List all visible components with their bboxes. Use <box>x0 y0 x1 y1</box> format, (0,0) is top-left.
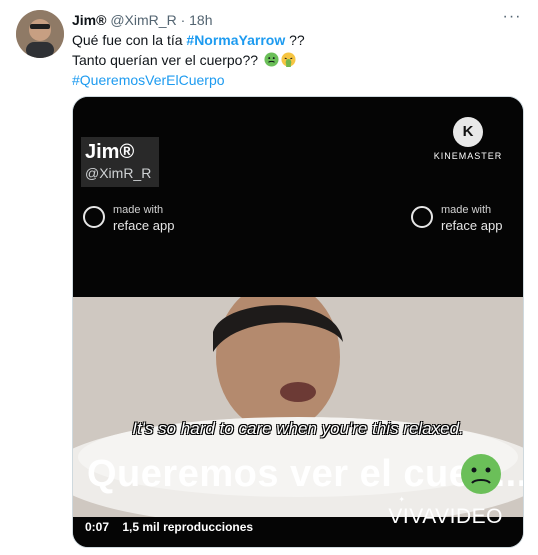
video-overlay-handle: @XimR_R <box>85 165 152 181</box>
tweet-text-suffix: ?? <box>285 32 305 48</box>
kinemaster-logo-icon: K <box>453 117 483 147</box>
avatar[interactable] <box>16 10 64 58</box>
nauseated-face-icon <box>461 454 501 494</box>
hashtag-queremos-ver-el-cuerpo[interactable]: #QueremosVerElCuerpo <box>72 72 225 88</box>
tweet-line-2: Tanto querían ver el cuerpo?? <box>72 50 512 70</box>
reface-logo-icon <box>411 206 433 228</box>
more-icon[interactable]: ··· <box>500 9 524 30</box>
reface-app-right: reface app <box>441 218 503 233</box>
reface-watermark-right: made with reface app <box>411 203 502 233</box>
video-views: 1,5 mil reproducciones <box>122 520 254 534</box>
tweet-header: Jim® @XimR_R · 18h <box>72 10 522 30</box>
author-name[interactable]: Jim® <box>72 12 106 28</box>
video-overlay-name: Jim® <box>85 141 135 163</box>
author-handle[interactable]: @XimR_R <box>110 12 176 28</box>
tweet-text-prefix: Qué fue con la tía <box>72 32 187 48</box>
hashtag-norma-yarrow[interactable]: #NormaYarrow <box>186 32 285 48</box>
vomiting-face-icon <box>281 52 296 67</box>
kinemaster-label: KINEMASTER <box>433 151 503 161</box>
separator-dot: · <box>180 12 186 28</box>
vivavideo-star-icon: ✦ <box>398 495 406 504</box>
vivavideo-watermark: ✦ VIVAVIDEO <box>388 495 503 529</box>
video-frame[interactable]: Jim® @XimR_R K KINEMASTER made with refa… <box>73 97 523 547</box>
tweet-line-1: Qué fue con la tía #NormaYarrow ?? <box>72 30 512 50</box>
video-elapsed: 0:07 <box>85 520 110 534</box>
avatar-image <box>16 10 64 58</box>
vivavideo-label: VIVAVIDEO <box>388 505 503 528</box>
reface-logo-icon <box>83 206 105 228</box>
reface-watermark-left: made with reface app <box>83 203 174 233</box>
video-subtitle: It's so hard to care when you're this re… <box>132 419 464 438</box>
video-meta: 0:07 1,5 mil reproducciones <box>85 519 253 535</box>
tweet-text: Qué fue con la tía #NormaYarrow ?? Tanto… <box>72 30 512 90</box>
kinemaster-watermark: K KINEMASTER <box>433 117 503 169</box>
video-player[interactable]: Jim® @XimR_R K KINEMASTER made with refa… <box>72 96 524 548</box>
video-overlay-user: Jim® @XimR_R <box>81 137 159 187</box>
reface-app-left: reface app <box>113 218 175 233</box>
video-caption: Queremos ver el cuer.... <box>87 453 524 495</box>
reface-made-with-right: made with <box>441 204 492 216</box>
nauseated-face-icon <box>264 52 279 67</box>
reface-made-with-left: made with <box>113 204 164 216</box>
tweet-line-3: #QueremosVerElCuerpo <box>72 70 512 90</box>
timestamp[interactable]: 18h <box>189 12 212 28</box>
tweet-text-line2: Tanto querían ver el cuerpo?? <box>72 52 259 68</box>
